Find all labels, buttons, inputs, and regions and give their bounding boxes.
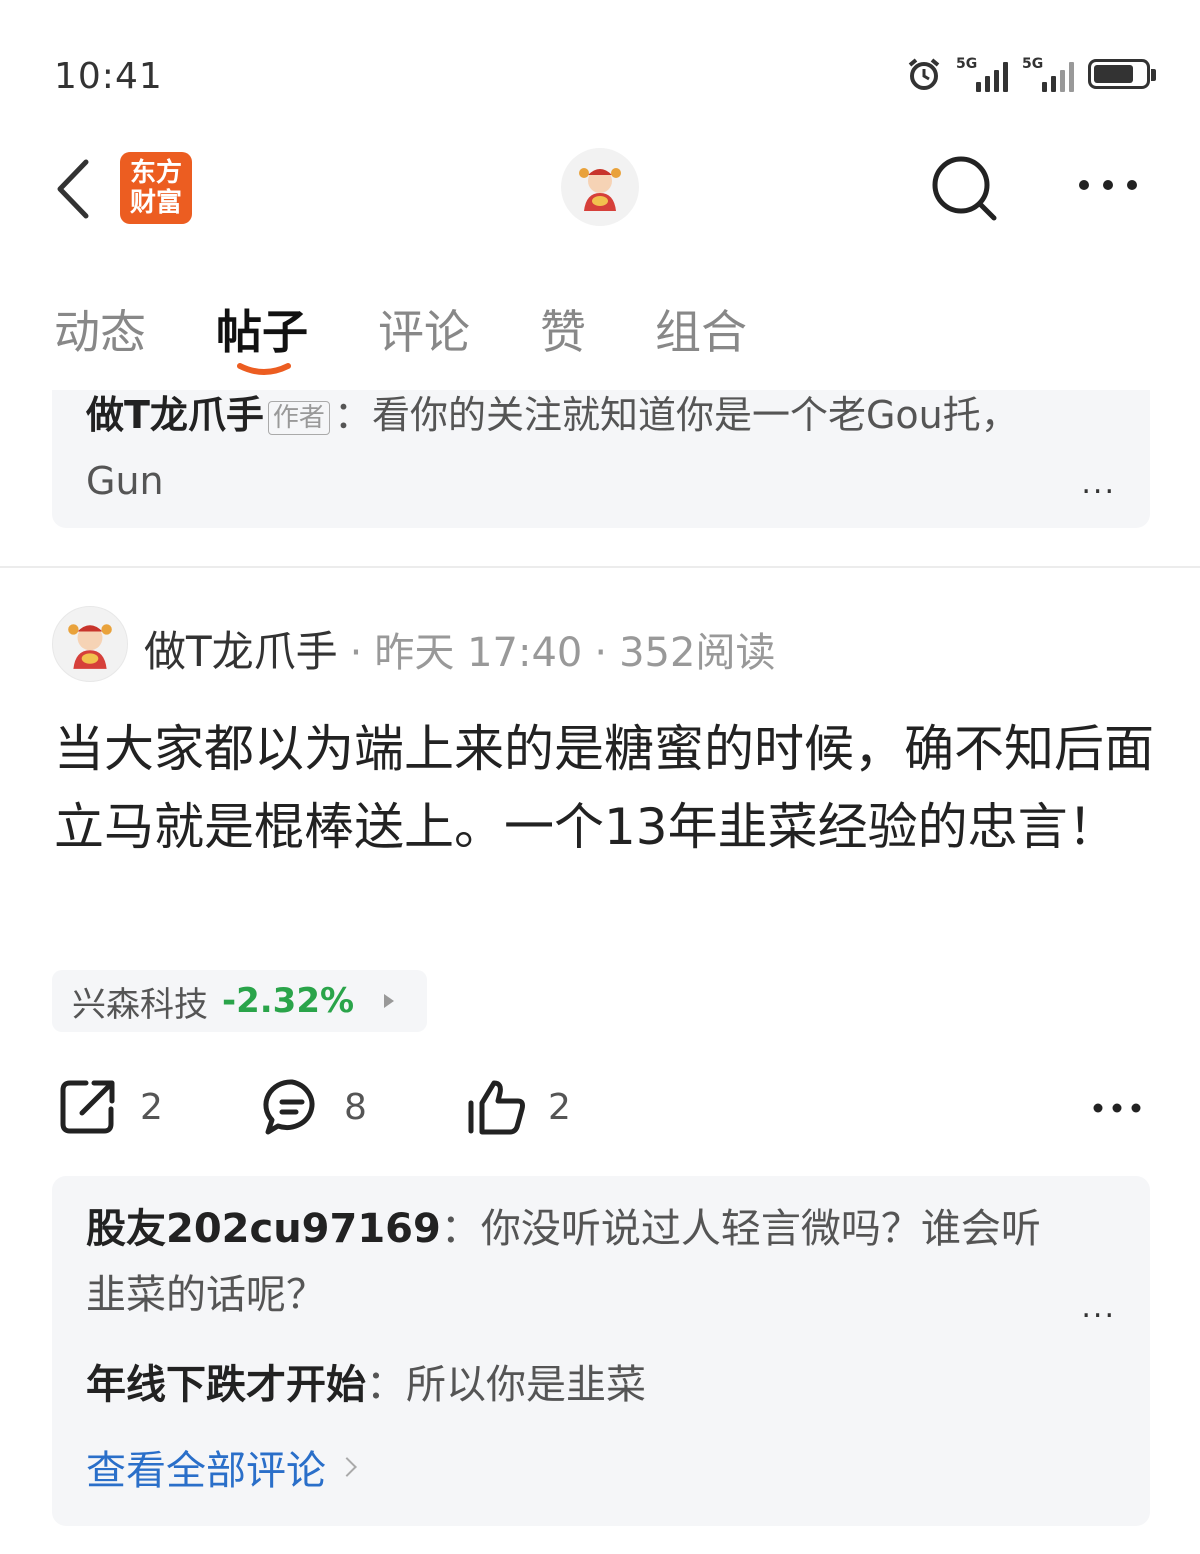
comment-text: ：所以你是韭菜 xyxy=(366,1362,646,1408)
tab-active-indicator xyxy=(237,363,291,375)
like-count: 2 xyxy=(548,1086,571,1128)
separator-dot: · xyxy=(349,630,363,676)
post-meta: 做T龙爪手 · 昨天 17:40 · 352阅读 xyxy=(144,618,775,679)
comment-icon xyxy=(263,1079,315,1135)
comment-count: 8 xyxy=(344,1086,367,1128)
profile-tabs: 动态 帖子 评论 赞 组合 xyxy=(0,290,1200,385)
post-time: 昨天 17:40 xyxy=(374,630,583,676)
stock-chip[interactable]: 兴森科技 -2.32% xyxy=(52,970,427,1032)
comment-more-icon[interactable]: ... xyxy=(1081,1290,1116,1325)
comments-card: 股友202cu97169：你没听说过人轻言微吗？谁会听韭菜的话呢？ ... 年线… xyxy=(52,1176,1150,1526)
divider xyxy=(0,566,1200,568)
logo-text-2: 财富 xyxy=(129,188,182,218)
separator-dot: · xyxy=(594,630,608,676)
tab-posts[interactable]: 帖子 xyxy=(216,296,308,362)
signal-icon: 5G xyxy=(1022,56,1074,92)
tab-comments[interactable]: 评论 xyxy=(378,296,470,362)
share-count: 2 xyxy=(140,1086,163,1128)
view-all-label: 查看全部评论 xyxy=(86,1448,326,1494)
post-author-avatar[interactable] xyxy=(52,606,128,682)
comment-more-icon[interactable]: ... xyxy=(1081,466,1116,501)
comment-username[interactable]: 年线下跌才开始 xyxy=(86,1362,366,1408)
comment-username[interactable]: 做T龙爪手 xyxy=(86,393,264,437)
status-bar: 10:41 5G 5G xyxy=(0,0,1200,140)
share-icon xyxy=(60,1080,115,1134)
comment-button[interactable]: 8 xyxy=(262,1076,367,1138)
avatar[interactable] xyxy=(561,148,639,226)
view-all-comments-link[interactable]: 查看全部评论 xyxy=(86,1438,357,1496)
share-button[interactable]: 2 xyxy=(58,1076,163,1138)
alarm-icon xyxy=(908,58,940,90)
post-body[interactable]: 当大家都以为端上来的是糖蜜的时候，确不知后面立马就是棍棒送上。一个13年韭菜经验… xyxy=(54,710,1154,866)
post-author[interactable]: 做T龙爪手 xyxy=(144,627,338,676)
previous-comment: 做T龙爪手 作者 ：看你的关注就知道你是一个老Gou托，Gun xyxy=(86,390,1076,514)
network-label: 5G xyxy=(1022,56,1044,72)
comment-username[interactable]: 股友202cu97169 xyxy=(86,1206,441,1252)
app-logo[interactable]: 东方 财富 xyxy=(120,152,192,224)
post-reads: 352阅读 xyxy=(619,630,776,676)
more-icon[interactable] xyxy=(1076,170,1140,200)
author-badge: 作者 xyxy=(267,400,330,435)
avatar-icon xyxy=(68,624,112,669)
stock-change: -2.32% xyxy=(222,981,355,1021)
top-nav: 东方 财富 xyxy=(0,140,1200,240)
comment-item[interactable]: 年线下跌才开始：所以你是韭菜 xyxy=(86,1352,1066,1418)
previous-comment-card[interactable]: 做T龙爪手 作者 ：看你的关注就知道你是一个老Gou托，Gun ... xyxy=(52,390,1150,528)
thumbs-up-icon xyxy=(468,1080,525,1135)
status-time: 10:41 xyxy=(54,56,163,97)
search-icon[interactable] xyxy=(928,152,1000,224)
back-icon[interactable] xyxy=(50,154,100,224)
more-icon[interactable] xyxy=(1092,1096,1142,1120)
logo-text-1: 东方 xyxy=(129,158,182,188)
stock-name: 兴森科技 xyxy=(72,984,208,1025)
tab-likes[interactable]: 赞 xyxy=(540,296,586,362)
comment-item[interactable]: 股友202cu97169：你没听说过人轻言微吗？谁会听韭菜的话呢？ xyxy=(86,1196,1066,1328)
status-icons: 5G 5G xyxy=(906,56,1156,92)
tab-portfolio[interactable]: 组合 xyxy=(655,296,747,362)
like-button[interactable]: 2 xyxy=(466,1076,571,1138)
play-arrow-icon xyxy=(384,994,395,1008)
network-label: 5G xyxy=(956,56,978,72)
tab-dynamics[interactable]: 动态 xyxy=(54,296,146,362)
battery-icon xyxy=(1088,59,1156,89)
chevron-right-icon xyxy=(337,1457,357,1477)
signal-icon: 5G xyxy=(956,56,1008,92)
avatar-icon xyxy=(579,168,621,211)
